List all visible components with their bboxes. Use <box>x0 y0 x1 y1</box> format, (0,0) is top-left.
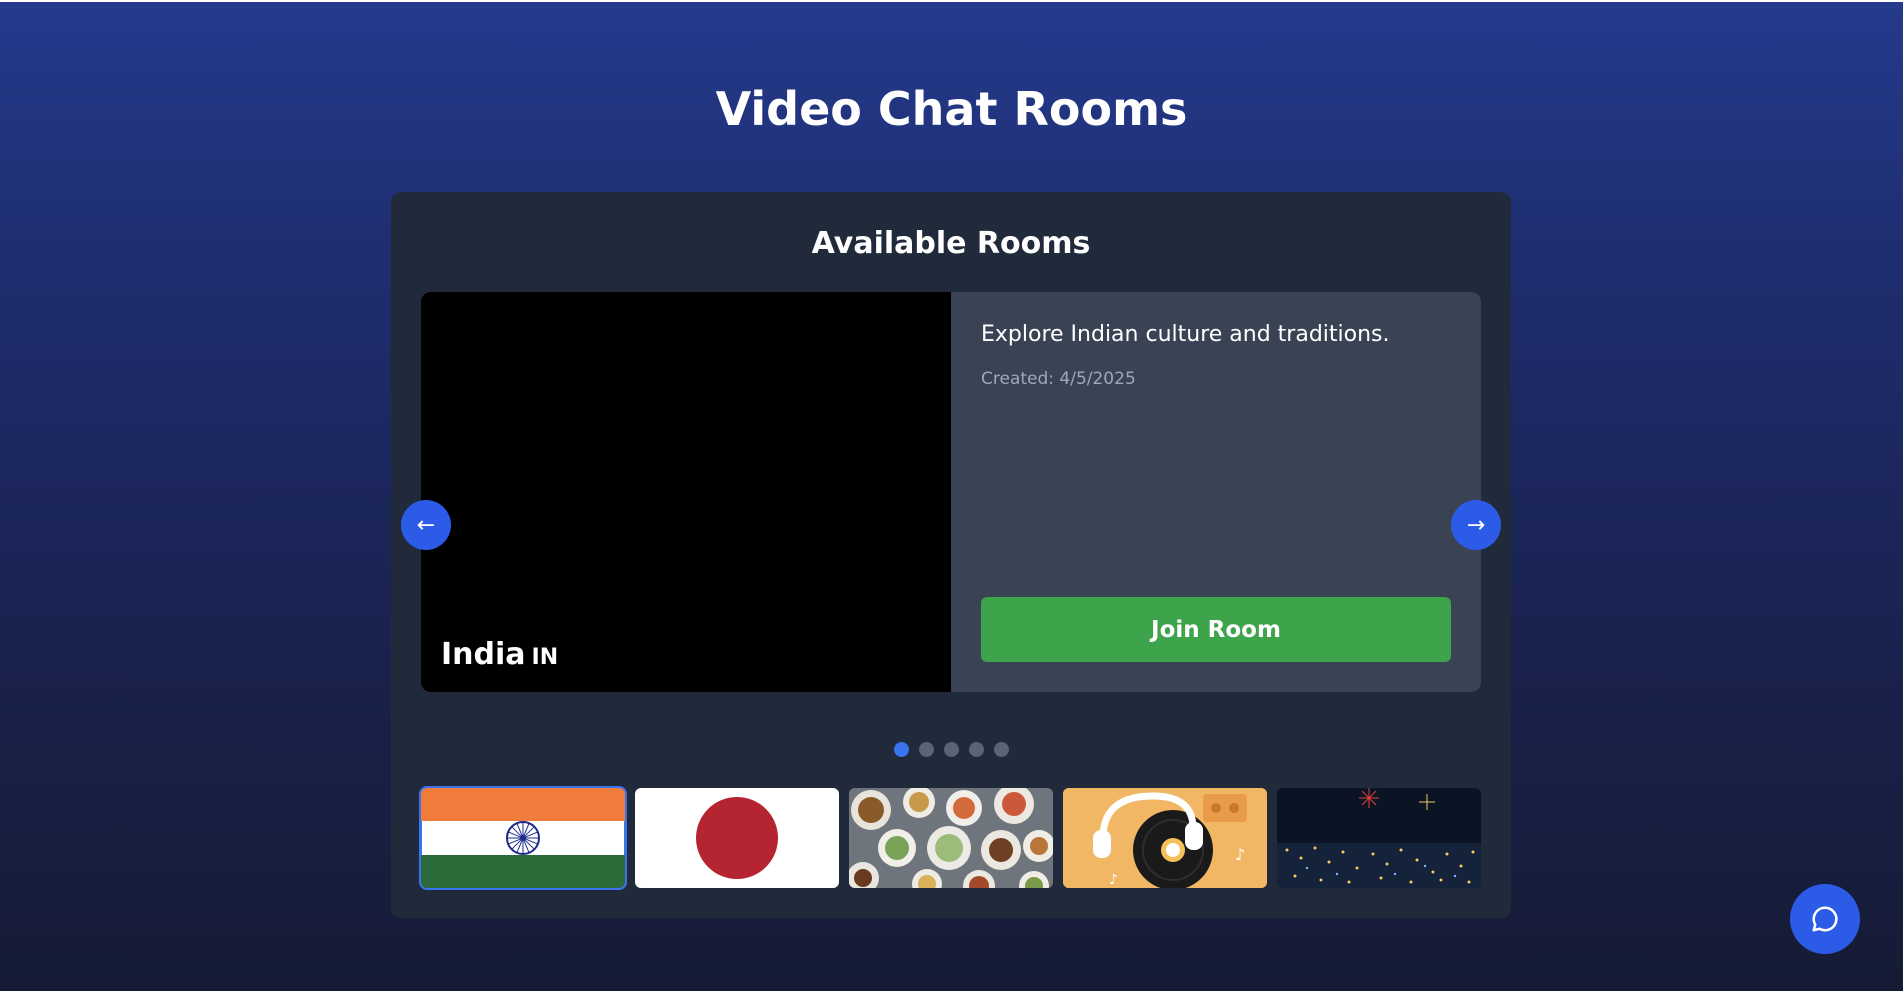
thumbnail-city-fireworks[interactable] <box>1277 788 1481 888</box>
room-country-code: IN <box>531 645 559 670</box>
chat-button[interactable] <box>1790 884 1860 954</box>
room-slide: India IN Explore Indian culture and tradi… <box>421 292 1481 692</box>
carousel-dot-1[interactable] <box>893 742 909 757</box>
carousel-dots <box>391 742 1511 757</box>
room-thumbnails: ♪ ♪ <box>419 786 1481 890</box>
join-room-button[interactable]: Join Room <box>981 597 1451 662</box>
thumbnail-food[interactable] <box>849 788 1053 888</box>
room-info: Explore Indian culture and traditions. C… <box>951 292 1481 692</box>
video-preview: India IN <box>421 292 951 692</box>
arrow-left-icon: ← <box>416 512 436 538</box>
prev-room-button[interactable]: ← <box>401 500 451 550</box>
carousel-dot-3[interactable] <box>943 742 959 757</box>
carousel-dot-4[interactable] <box>968 742 984 757</box>
food-plates-image <box>849 788 1053 888</box>
rooms-panel: Available Rooms India IN Explore Indian c… <box>391 192 1511 918</box>
svg-text:♪: ♪ <box>1109 872 1118 888</box>
thumbnail-india-flag[interactable] <box>419 786 627 890</box>
room-name-label: India IN <box>441 637 558 672</box>
page-title: Video Chat Rooms <box>715 82 1188 136</box>
chat-bubble-icon <box>1812 906 1838 932</box>
room-description: Explore Indian culture and traditions. <box>981 322 1390 347</box>
room-created-date: Created: 4/5/2025 <box>981 369 1136 389</box>
next-room-button[interactable]: → <box>1451 500 1501 550</box>
carousel-dot-5[interactable] <box>993 742 1009 757</box>
music-headphones-image: ♪ ♪ <box>1063 788 1267 888</box>
thumbnail-japan-flag[interactable] <box>635 788 839 888</box>
rising-sun-disc <box>696 797 778 879</box>
carousel-dot-2[interactable] <box>918 742 934 757</box>
city-fireworks-image <box>1277 788 1481 888</box>
svg-text:♪: ♪ <box>1235 845 1245 864</box>
room-name: India <box>441 637 526 672</box>
arrow-right-icon: → <box>1466 512 1486 538</box>
thumbnail-music[interactable]: ♪ ♪ <box>1063 788 1267 888</box>
panel-title: Available Rooms <box>811 226 1091 261</box>
ashoka-chakra-icon <box>506 821 540 855</box>
